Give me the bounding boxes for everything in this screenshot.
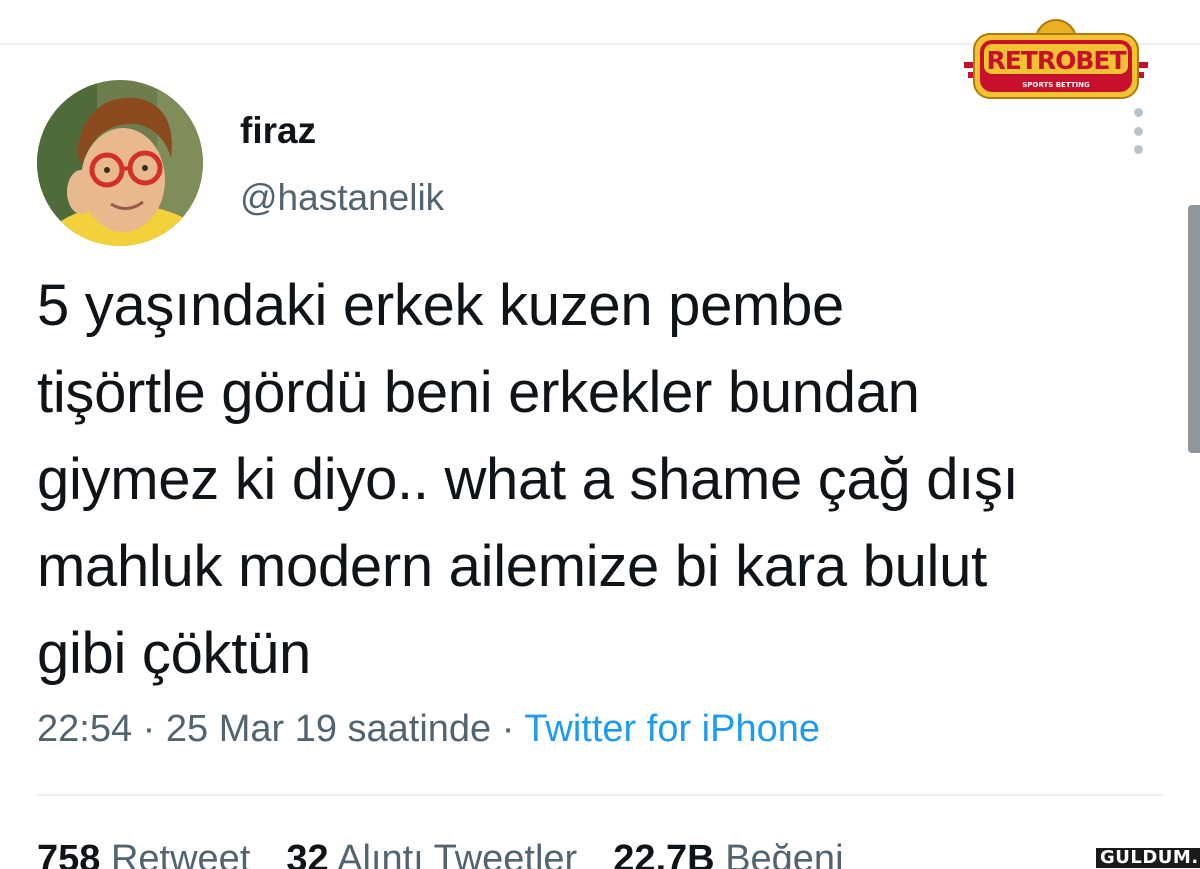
meta-separator: ·: [501, 708, 515, 750]
svg-text:RETROBET: RETROBET: [986, 46, 1126, 75]
more-dot: [1133, 108, 1143, 117]
watermark: GULDUM.NET: [1096, 848, 1200, 868]
tweet-metadata: 22:54 · 25 Mar 19 saatinde · Twitter for…: [37, 708, 820, 751]
tweet-time[interactable]: 22:54: [37, 708, 132, 750]
tweet-text-line: giymez ki diyo.. what a shame çağ dışı: [37, 447, 1019, 512]
author-handle[interactable]: @hastanelik: [240, 177, 444, 219]
tweet-text-line: mahluk modern ailemize bi kara bulut: [37, 534, 987, 599]
meta-separator: ·: [142, 708, 156, 750]
retweets-count: 758: [37, 838, 101, 869]
tweet-text: 5 yaşındaki erkek kuzen pembe tişörtle g…: [37, 262, 1177, 697]
more-vertical-icon[interactable]: [1124, 108, 1152, 154]
tweet-text-line: 5 yaşındaki erkek kuzen pembe: [37, 273, 844, 338]
profile-avatar[interactable]: [37, 80, 203, 246]
tweet-date[interactable]: 25 Mar 19 saatinde: [166, 708, 491, 750]
stats-divider: [37, 794, 1163, 796]
author-display-name[interactable]: firaz: [240, 110, 316, 152]
likes-count: 22,7B: [613, 838, 715, 869]
likes-label: Beğeni: [725, 838, 844, 869]
more-dot: [1133, 126, 1143, 136]
tweet-source-link[interactable]: Twitter for iPhone: [524, 708, 820, 750]
likes-stat[interactable]: 22,7B Beğeni: [613, 838, 843, 869]
scrollbar-thumb[interactable]: [1188, 205, 1200, 453]
tweet-text-line: tişörtle gördü beni erkekler bundan: [37, 360, 920, 425]
retweets-label: Retweet: [110, 838, 251, 869]
more-dot: [1133, 145, 1143, 154]
engagement-stats: 758 Retweet 32 Alıntı Tweetler 22,7B Beğen…: [37, 838, 844, 869]
quotes-count: 32: [286, 838, 329, 869]
quotes-stat[interactable]: 32 Alıntı Tweetler: [286, 838, 577, 869]
tweet-text-line: gibi çöktün: [37, 621, 311, 686]
svg-text:SPORTS BETTING: SPORTS BETTING: [1022, 81, 1090, 89]
retweets-stat[interactable]: 758 Retweet: [37, 838, 250, 869]
quotes-label: Alıntı Tweetler: [337, 838, 578, 869]
retrobet-logo: RETROBET SPORTS BETTING: [962, 16, 1150, 104]
